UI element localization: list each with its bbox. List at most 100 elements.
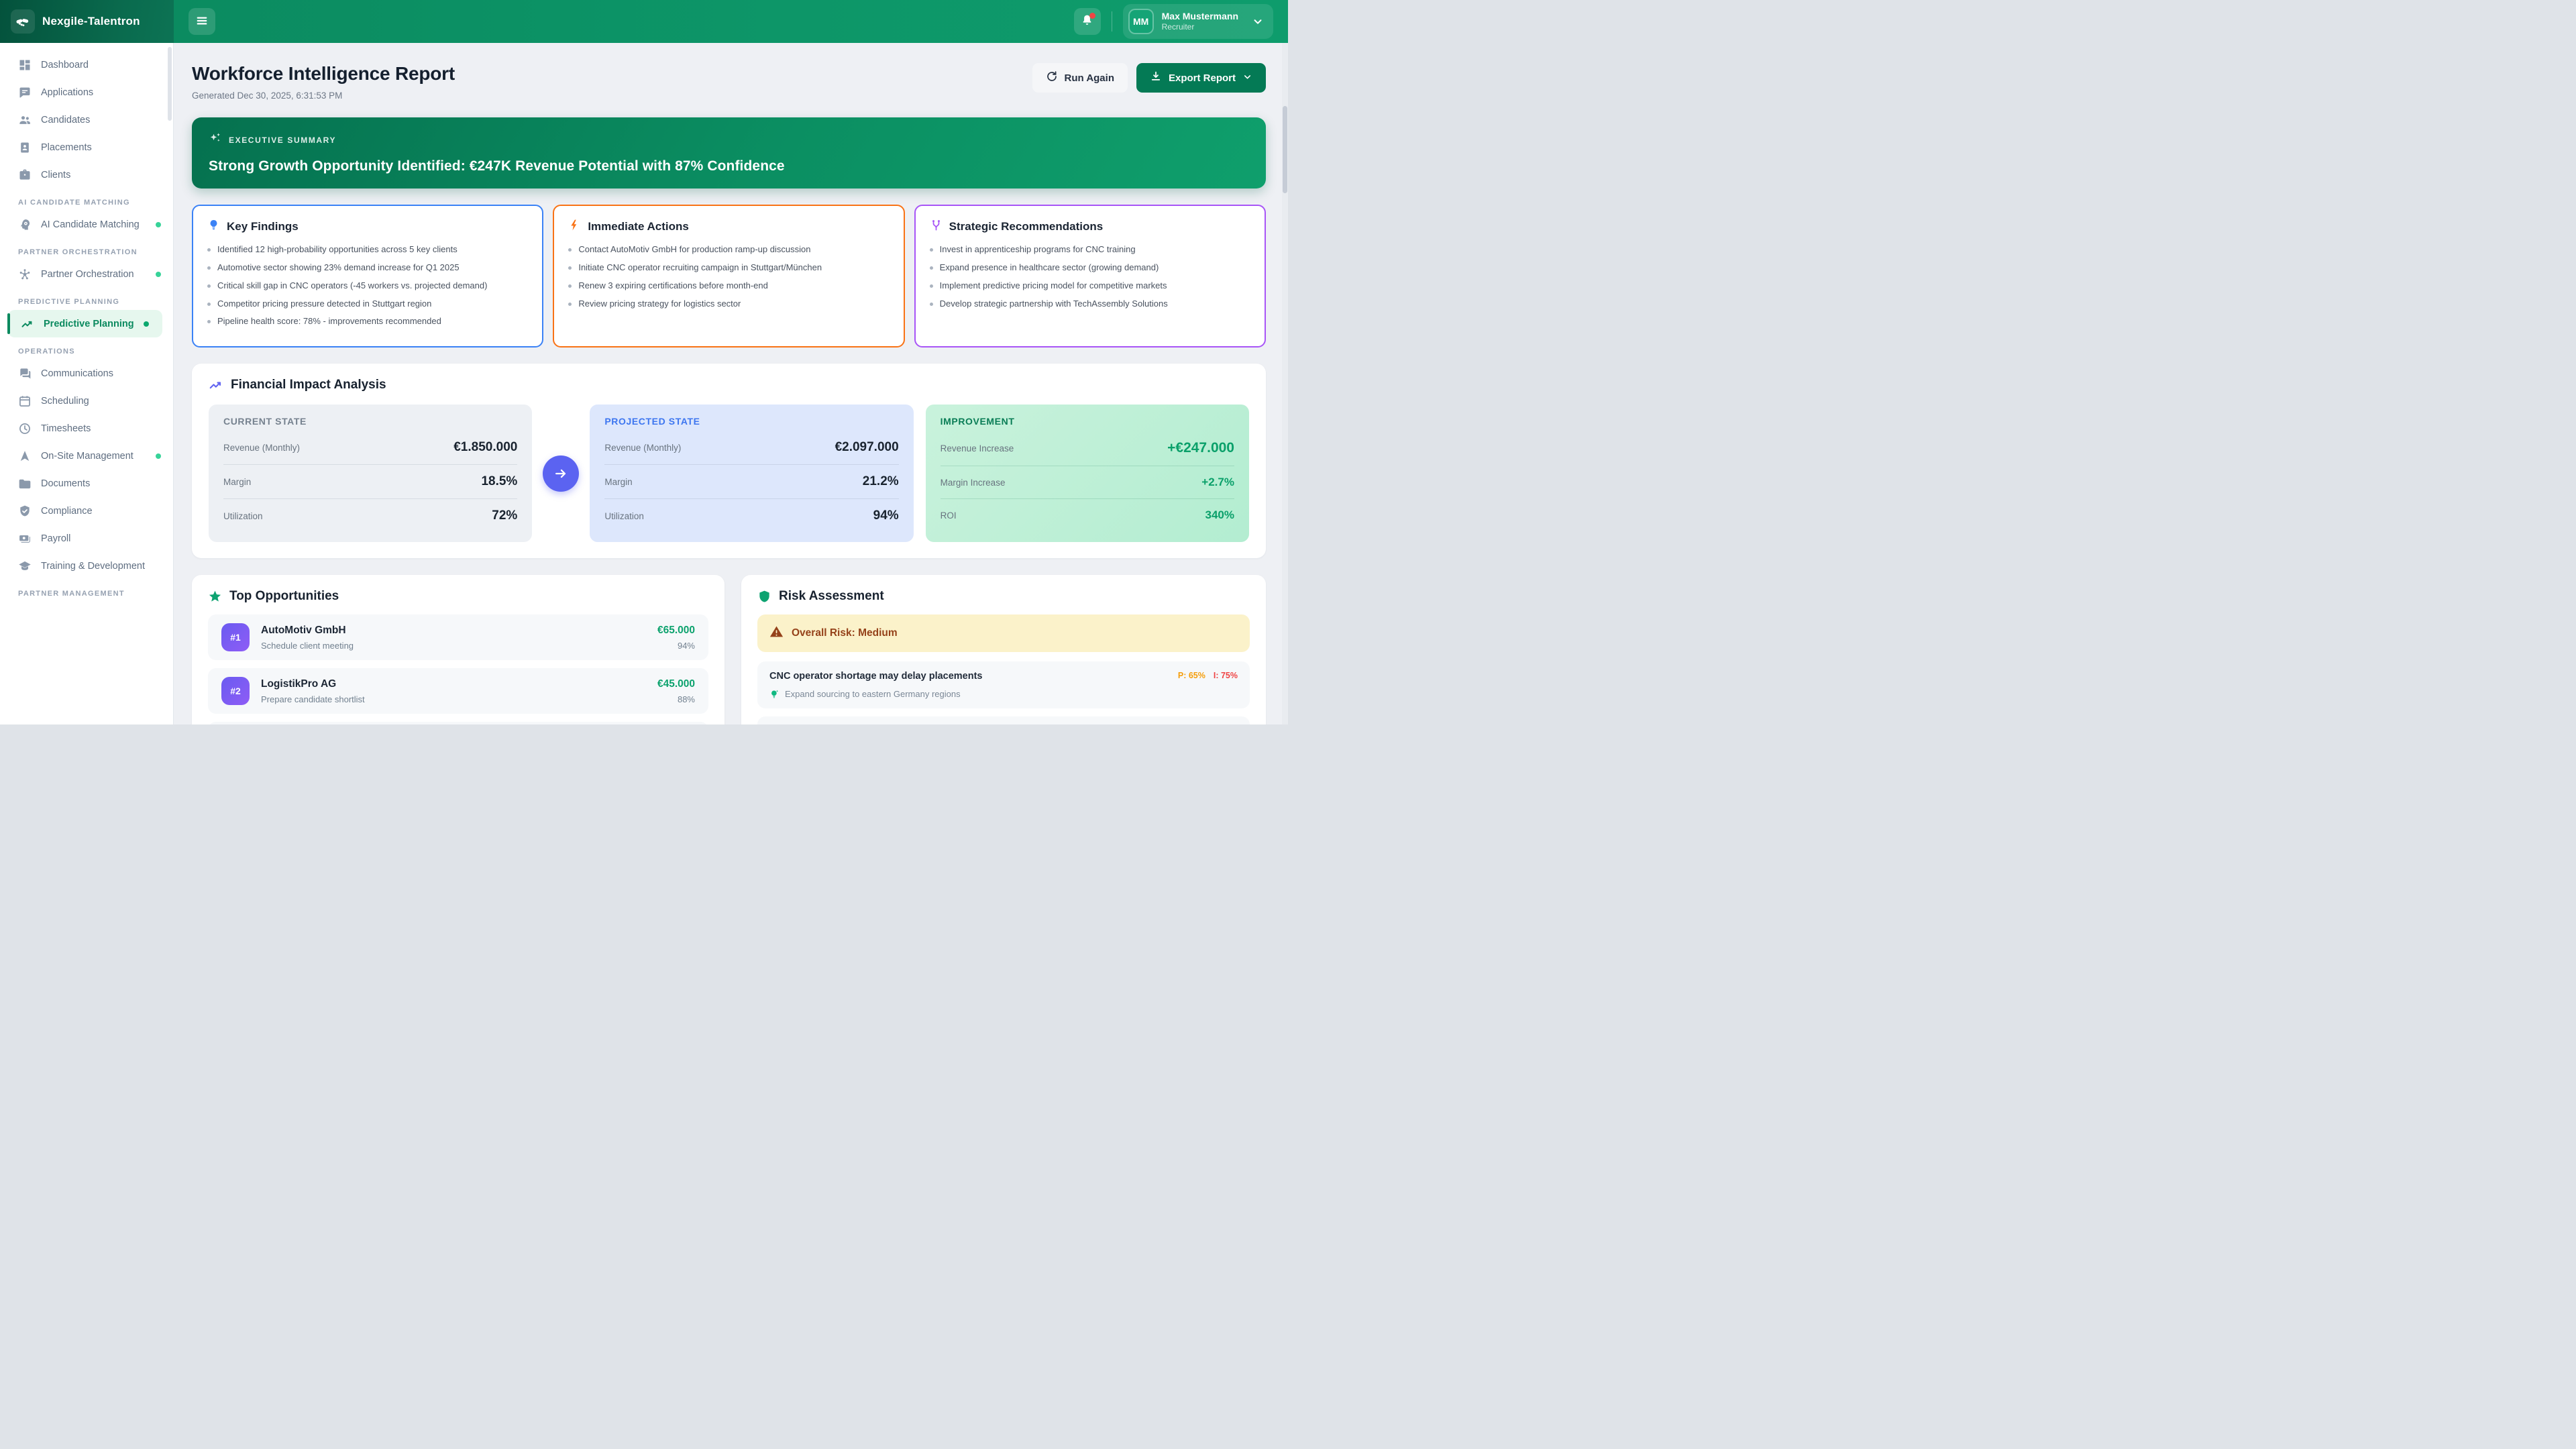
refresh-icon [1046, 70, 1058, 85]
projected-state-card: PROJECTED STATE Revenue (Monthly)€2.097.… [590, 405, 913, 542]
sidebar-item-dashboard[interactable]: Dashboard [0, 51, 173, 78]
calendar-icon [18, 394, 32, 408]
sidebar-item-communications[interactable]: Communications [0, 360, 173, 387]
sidebar-item-scheduling[interactable]: Scheduling [0, 387, 173, 415]
sidebar-item-training-development[interactable]: Training & Development [0, 552, 173, 580]
section-title: Top Opportunities [229, 589, 339, 604]
card-title: Immediate Actions [588, 220, 689, 233]
metric-row: Utilization94% [604, 498, 898, 533]
handshake-icon [11, 9, 35, 34]
metric-row: Revenue (Monthly)€1.850.000 [223, 431, 517, 464]
opportunity-probability: 88% [657, 694, 695, 704]
rank-badge: #1 [221, 623, 250, 651]
chevron-down-icon [1242, 72, 1252, 85]
risk-name: CNC operator shortage may delay placemen… [769, 671, 983, 682]
risk-probability: P: 65% [1178, 671, 1205, 680]
notification-badge-dot [1089, 13, 1095, 19]
sidebar-item-on-site-management[interactable]: On-Site Management [0, 442, 173, 470]
chevron-down-icon [1252, 15, 1264, 28]
user-menu[interactable]: MM Max Mustermann Recruiter [1123, 4, 1273, 39]
metric-card-heading: IMPROVEMENT [941, 416, 1234, 427]
executive-summary-headline: Strong Growth Opportunity Identified: €2… [209, 158, 1249, 174]
bottom-row: Top Opportunities #1 AutoMotiv GmbH Sche… [192, 575, 1266, 724]
sidebar-item-clients[interactable]: Clients [0, 161, 173, 189]
sidebar-item-payroll[interactable]: Payroll [0, 525, 173, 552]
sidebar-section-partner-management: PARTNER MANAGEMENT [18, 590, 173, 598]
metric-row: Margin21.2% [604, 464, 898, 498]
risk-mitigation: Expand sourcing to eastern Germany regio… [785, 689, 961, 699]
list-item: Implement predictive pricing model for c… [930, 280, 1250, 292]
list-item: Review pricing strategy for logistics se… [568, 298, 889, 311]
opportunity-row[interactable]: #2 LogistikPro AG Prepare candidate shor… [208, 668, 708, 714]
hub-icon [18, 268, 32, 281]
sidebar-section-operations: OPERATIONS [18, 347, 173, 356]
brand-name: Nexgile-Talentron [42, 15, 140, 28]
improvement-card: IMPROVEMENT Revenue Increase+€247.000 Ma… [926, 405, 1249, 542]
list-item: Expand presence in healthcare sector (gr… [930, 262, 1250, 274]
opportunity-row[interactable]: #1 AutoMotiv GmbH Schedule client meetin… [208, 614, 708, 660]
run-again-button[interactable]: Run Again [1032, 63, 1128, 93]
clock-icon [18, 422, 32, 435]
status-dot [156, 272, 161, 277]
current-state-card: CURRENT STATE Revenue (Monthly)€1.850.00… [209, 405, 532, 542]
card-title: Key Findings [227, 220, 299, 233]
metric-row: Utilization72% [223, 498, 517, 533]
shield-icon [757, 590, 771, 604]
sidebar-item-predictive-planning[interactable]: Predictive Planning [8, 310, 162, 337]
warning-icon [769, 625, 784, 642]
sidebar-item-compliance[interactable]: Compliance [0, 497, 173, 525]
executive-summary-banner: EXECUTIVE SUMMARY Strong Growth Opportun… [192, 117, 1266, 189]
sidebar-item-applications[interactable]: Applications [0, 78, 173, 106]
risk-item: CNC operator shortage may delay placemen… [757, 661, 1250, 708]
main-scrollbar[interactable] [1282, 43, 1288, 724]
brand-logo: Nexgile-Talentron [0, 0, 174, 43]
page-title: Workforce Intelligence Report [192, 63, 455, 85]
list-item: Develop strategic partnership with TechA… [930, 298, 1250, 311]
risk-assessment-card: Risk Assessment Overall Risk: Medium CNC… [741, 575, 1266, 724]
status-dot [156, 453, 161, 459]
executive-summary-label: EXECUTIVE SUMMARY [229, 136, 336, 145]
opportunity-row[interactable]: #3 TechAssembly Solutions €38.000 [208, 722, 708, 724]
export-report-button[interactable]: Export Report [1136, 63, 1266, 93]
page-header: Workforce Intelligence Report Generated … [192, 63, 1266, 101]
sidebar-item-ai-candidate-matching[interactable]: AI Candidate Matching [0, 211, 173, 238]
top-bar-actions: MM Max Mustermann Recruiter [174, 0, 1288, 43]
sidebar-item-documents[interactable]: Documents [0, 470, 173, 497]
forum-icon [18, 367, 32, 380]
star-icon [208, 590, 222, 604]
main-scrollbar-thumb[interactable] [1283, 106, 1287, 193]
risk-impact: I: 75% [1214, 671, 1238, 680]
opportunity-value: €65.000 [657, 625, 695, 637]
menu-toggle-button[interactable] [189, 8, 215, 35]
sidebar-item-timesheets[interactable]: Timesheets [0, 415, 173, 442]
key-findings-card: Key Findings Identified 12 high-probabil… [192, 205, 543, 347]
sidebar-item-partner-orchestration[interactable]: Partner Orchestration [0, 260, 173, 288]
opportunity-name: LogistikPro AG [261, 678, 365, 690]
list-item: Critical skill gap in CNC operators (-45… [207, 280, 528, 292]
lightbulb-icon [207, 219, 220, 235]
avatar: MM [1128, 9, 1154, 34]
opportunity-value: €45.000 [657, 678, 695, 690]
sidebar: Dashboard Applications Candidates Placem… [0, 43, 174, 724]
list-item: Invest in apprenticeship programs for CN… [930, 244, 1250, 256]
overall-risk-banner: Overall Risk: Medium [757, 614, 1250, 652]
metric-row: Revenue (Monthly)€2.097.000 [604, 431, 898, 464]
dashboard-icon [18, 58, 32, 72]
sidebar-item-candidates[interactable]: Candidates [0, 106, 173, 133]
sparkle-icon [209, 131, 222, 148]
sidebar-item-placements[interactable]: Placements [0, 133, 173, 161]
notifications-button[interactable] [1074, 8, 1101, 35]
financial-impact-card: Financial Impact Analysis CURRENT STATE … [192, 364, 1266, 558]
list-item: Pipeline health score: 78% - improvement… [207, 315, 528, 328]
opportunity-action: Prepare candidate shortlist [261, 694, 365, 704]
sidebar-scrollbar-thumb[interactable] [168, 47, 172, 121]
app-window: Nexgile-Talentron MM Max Mustermann R [0, 0, 1288, 724]
briefcase-icon [18, 168, 32, 182]
top-bar: Nexgile-Talentron MM Max Mustermann R [0, 0, 1288, 43]
list-item: Contact AutoMotiv GmbH for production ra… [568, 244, 889, 256]
people-icon [18, 113, 32, 127]
main-content: Workforce Intelligence Report Generated … [174, 43, 1288, 724]
sidebar-section-predictive-planning: PREDICTIVE PLANNING [18, 298, 173, 306]
opportunity-action: Schedule client meeting [261, 641, 354, 651]
opportunity-probability: 94% [657, 641, 695, 651]
